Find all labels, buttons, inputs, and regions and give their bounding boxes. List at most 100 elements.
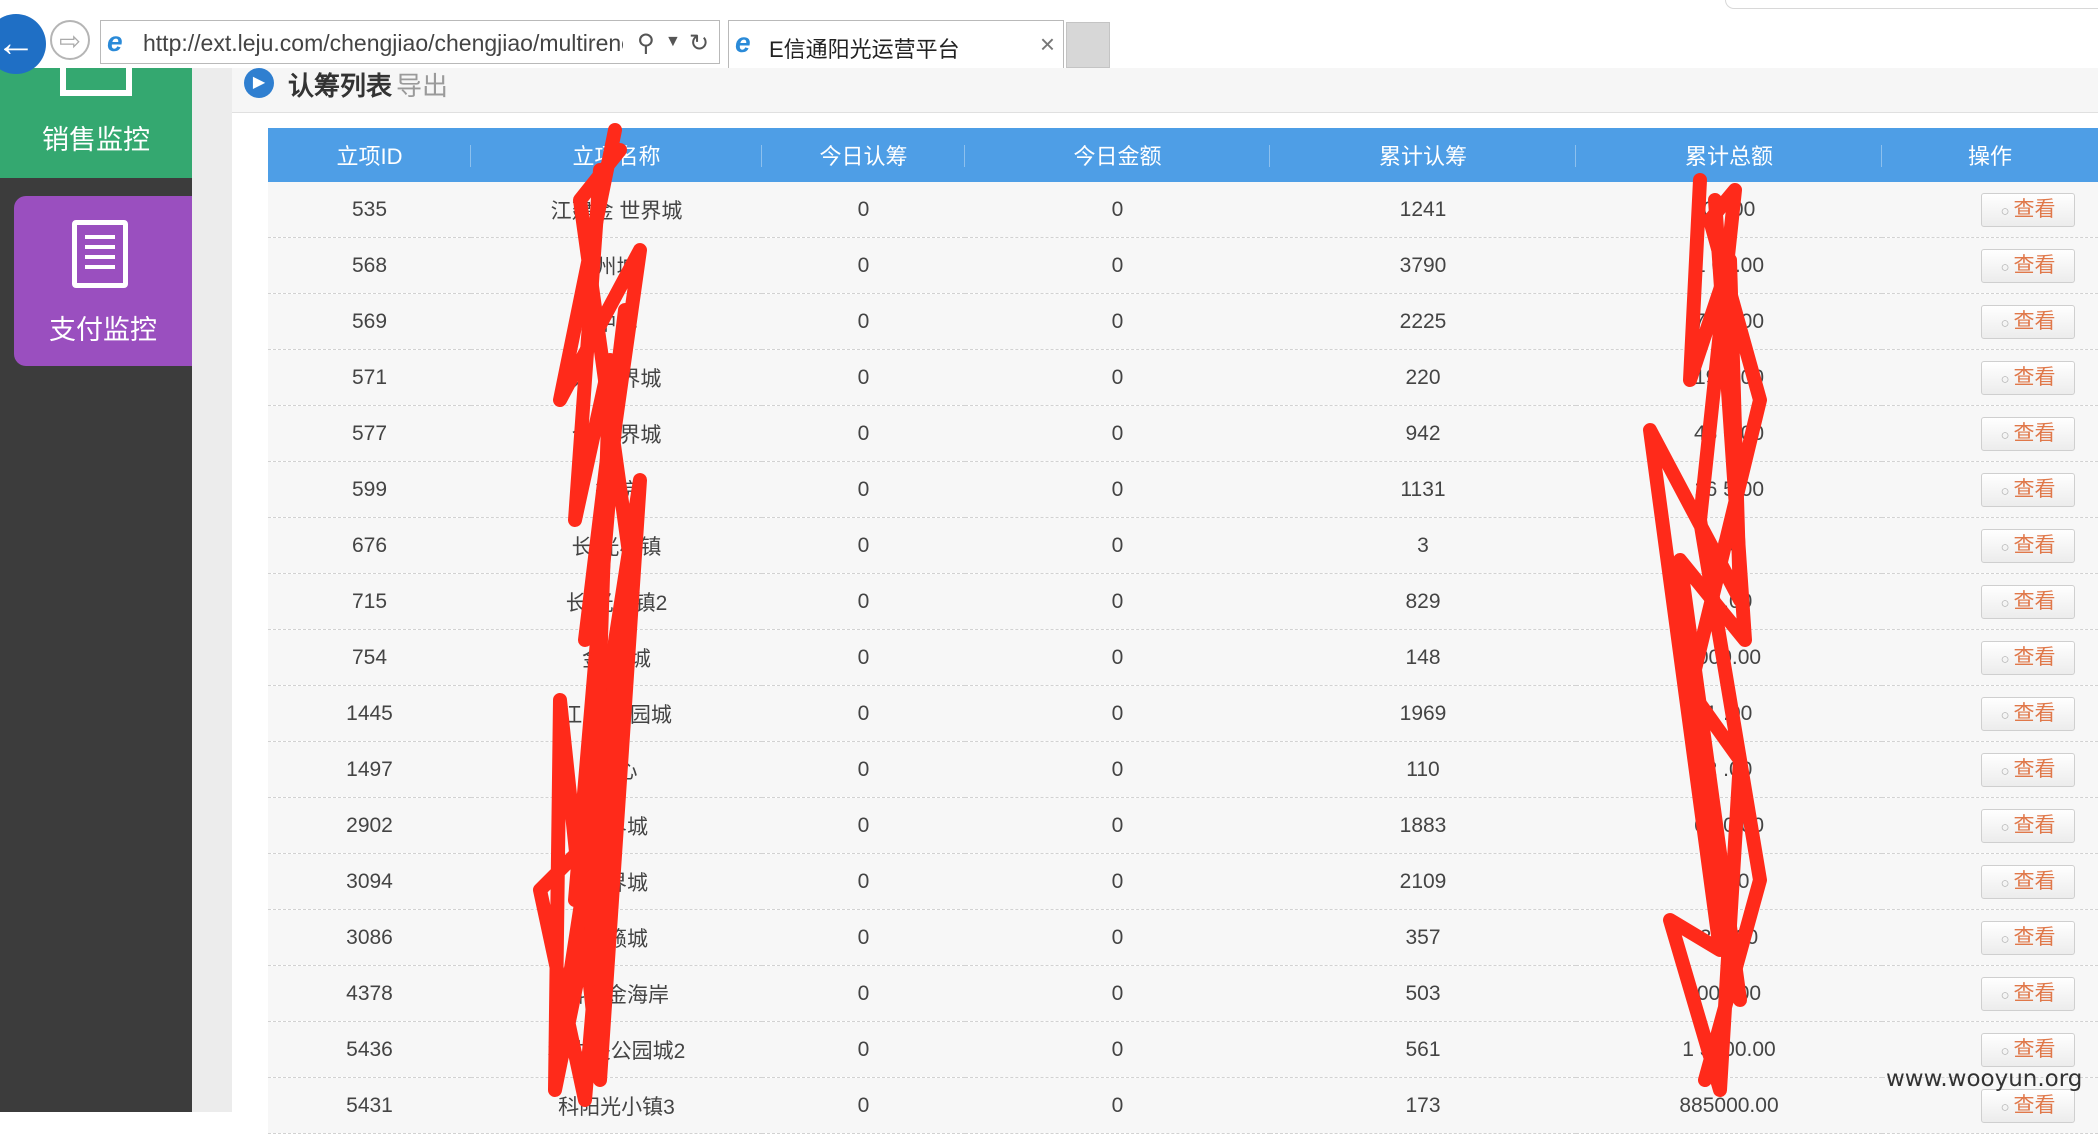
cell-action: ○ 查看 — [1882, 853, 2098, 910]
cell-id: 571 — [268, 349, 471, 406]
search-icon: ○ — [2000, 258, 2010, 276]
cell-today-count: 0 — [762, 1077, 965, 1134]
search-icon: ○ — [2000, 594, 2010, 612]
cell-action: ○ 查看 — [1882, 741, 2098, 798]
cell-today-count: 0 — [762, 182, 965, 238]
cell-total-amount: 885000.00 — [1576, 1077, 1882, 1134]
cell-today-count: 0 — [762, 1021, 965, 1078]
cell-total-count: 173 — [1270, 1077, 1576, 1134]
refresh-icon[interactable]: ↻ — [689, 29, 709, 58]
view-button[interactable]: ○ 查看 — [1981, 1032, 2075, 1067]
cell-name: 中心 — [471, 293, 762, 350]
table-row: 5431 科阳光小镇3 0 0 173 885000.00 ○ 查看 — [268, 1077, 2098, 1134]
view-button[interactable]: ○ 查看 — [1981, 976, 2075, 1011]
view-button-label: 查看 — [2013, 477, 2056, 501]
ie-logo-icon: e — [107, 26, 123, 57]
cell-id: 676 — [268, 517, 471, 574]
cell-name: 科中央公园城2 — [471, 1021, 762, 1078]
cell-total-count: 1241 — [1270, 182, 1576, 238]
view-button[interactable]: ○ 查看 — [1981, 808, 2075, 843]
search-icon: ○ — [2000, 482, 2010, 500]
search-icon: ○ — [2000, 706, 2010, 724]
export-link[interactable]: 导出 — [396, 66, 448, 103]
cell-id: 569 — [268, 293, 471, 350]
cell-name: 长 光小镇 — [471, 517, 762, 574]
cell-total-count: 503 — [1270, 965, 1576, 1022]
cell-today-amount: 0 — [965, 237, 1270, 294]
close-tab-icon[interactable]: × — [1040, 29, 1055, 60]
url-text[interactable]: http://ext.leju.com/chengjiao/chengjiao/… — [143, 30, 623, 57]
search-icon: ○ — [2000, 818, 2010, 836]
cell-total-amount: 43 0.00 — [1576, 405, 1882, 462]
view-button[interactable]: ○ 查看 — [1981, 752, 2075, 787]
table-row: 569 中心 0 0 2225 74 0.00 ○ 查看 — [268, 293, 2098, 350]
ie-logo-icon: e — [735, 27, 751, 58]
cell-action: ○ 查看 — [1882, 293, 2098, 350]
forward-arrow-icon[interactable]: ⇨ — [50, 20, 90, 60]
view-button-label: 查看 — [2013, 197, 2056, 221]
cell-today-amount: 0 — [965, 405, 1270, 462]
search-icon: ○ — [2000, 370, 2010, 388]
view-button[interactable]: ○ 查看 — [1981, 920, 2075, 955]
view-button-label: 查看 — [2013, 925, 2056, 949]
sidebar-item-payment-monitor[interactable]: 支付监控 — [14, 196, 192, 366]
search-icon: ○ — [2000, 202, 2010, 220]
view-button[interactable]: ○ 查看 — [1981, 192, 2075, 227]
view-button[interactable]: ○ 查看 — [1981, 1088, 2075, 1123]
cell-name: 中心 — [471, 741, 762, 798]
column-header-total-count[interactable]: 累计认筹 — [1270, 128, 1576, 182]
column-header-name[interactable]: 立项名称 — [471, 128, 762, 182]
cell-total-count: 3790 — [1270, 237, 1576, 294]
cell-today-amount: 0 — [965, 965, 1270, 1022]
view-button[interactable]: ○ 查看 — [1981, 248, 2075, 283]
cell-name: 长 光小镇2 — [471, 573, 762, 630]
cell-today-amount: 0 — [965, 293, 1270, 350]
play-icon: ▶ — [244, 68, 274, 98]
cell-total-amount: 0.00 — [1576, 853, 1882, 910]
view-button-label: 查看 — [2013, 365, 2056, 389]
column-header-today-amount[interactable]: 今日金额 — [965, 128, 1270, 182]
view-button[interactable]: ○ 查看 — [1981, 528, 2075, 563]
view-button[interactable]: ○ 查看 — [1981, 864, 2075, 899]
view-button[interactable]: ○ 查看 — [1981, 304, 2075, 339]
table-row: 715 长 光小镇2 0 0 829 2 .00 ○ 查看 — [268, 573, 2098, 630]
cell-name: 金 生城 — [471, 629, 762, 686]
dropdown-arrow-icon[interactable]: ▼ — [665, 33, 681, 51]
search-icon: ○ — [2000, 930, 2010, 948]
cell-action: ○ 查看 — [1882, 461, 2098, 518]
cell-action: ○ 查看 — [1882, 965, 2098, 1022]
table-row: 3086 天籁城 0 0 357 3 0.00 ○ 查看 — [268, 909, 2098, 966]
search-icon[interactable]: ⚲ — [637, 29, 655, 58]
new-tab-button[interactable] — [1066, 22, 1110, 68]
address-bar[interactable]: e http://ext.leju.com/chengjiao/chengjia… — [100, 20, 720, 64]
cell-name: 茶 世界城 — [471, 349, 762, 406]
column-header-id[interactable]: 立项ID — [268, 128, 471, 182]
view-button[interactable]: ○ 查看 — [1981, 416, 2075, 451]
cell-today-count: 0 — [762, 349, 965, 406]
browser-tab[interactable]: e E信通阳光运营平台 × — [728, 20, 1064, 68]
document-icon — [72, 220, 128, 288]
view-button[interactable]: ○ 查看 — [1981, 696, 2075, 731]
cell-name: 科黄金海岸 — [471, 965, 762, 1022]
sidebar-item-sales-monitor[interactable]: 销售监控 — [0, 60, 192, 178]
search-icon: ○ — [2000, 874, 2010, 892]
cell-today-count: 0 — [762, 293, 965, 350]
view-button[interactable]: ○ 查看 — [1981, 640, 2075, 675]
cell-total-count: 357 — [1270, 909, 1576, 966]
cell-total-amount: 000.00 — [1576, 965, 1882, 1022]
view-button-label: 查看 — [2013, 757, 2056, 781]
table-row: 599 御院 0 0 1131 16 5.00 ○ 查看 — [268, 461, 2098, 518]
view-button[interactable]: ○ 查看 — [1981, 472, 2075, 507]
column-header-total-amount[interactable]: 累计总额 — [1576, 128, 1882, 182]
view-button[interactable]: ○ 查看 — [1981, 360, 2075, 395]
cell-today-amount: 0 — [965, 909, 1270, 966]
cell-id: 1445 — [268, 685, 471, 742]
view-button[interactable]: ○ 查看 — [1981, 584, 2075, 619]
watermark: www.wooyun.org — [1886, 1066, 2083, 1092]
cell-action: ○ 查看 — [1882, 685, 2098, 742]
cell-today-amount: 0 — [965, 629, 1270, 686]
cell-action: ○ 查看 — [1882, 237, 2098, 294]
page-title: 认筹列表 — [288, 71, 393, 101]
back-arrow-icon[interactable]: ← — [0, 14, 46, 74]
column-header-today-count[interactable]: 今日认筹 — [762, 128, 965, 182]
